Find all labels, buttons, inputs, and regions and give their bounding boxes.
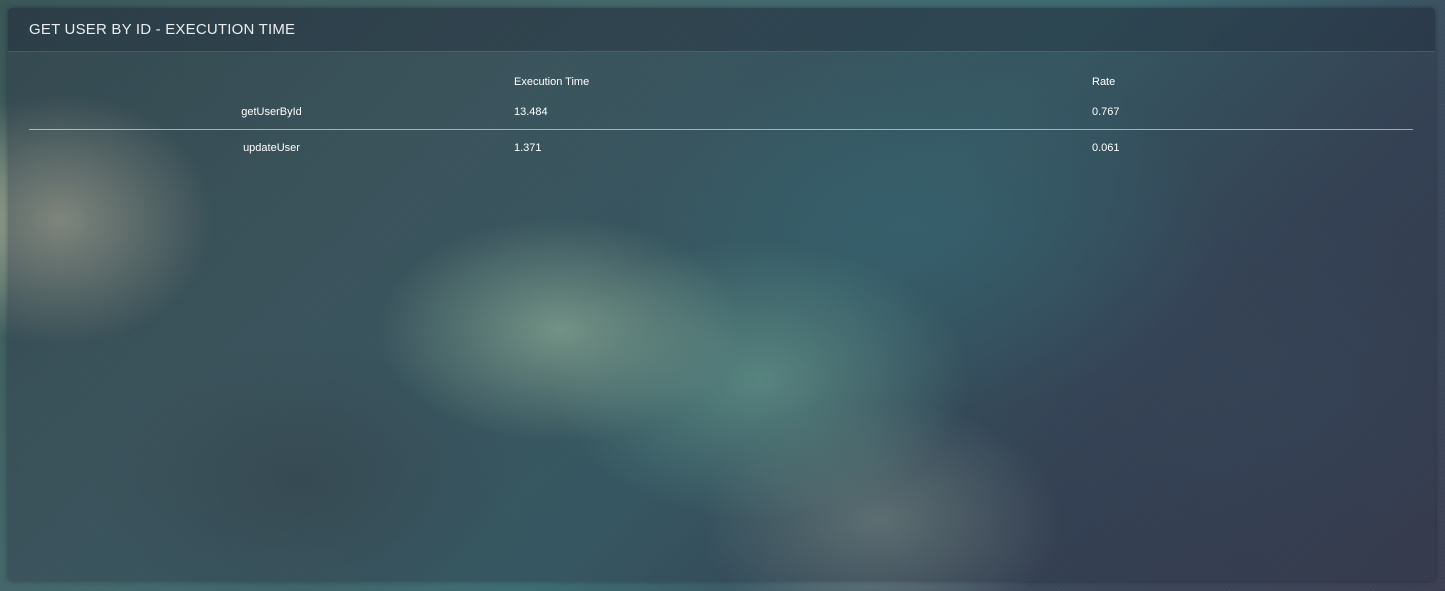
row-execution-time-cell: 1.371 — [514, 141, 542, 154]
column-header-rate[interactable]: Rate — [1092, 70, 1413, 94]
execution-time-table: Execution Time Rate getUserById 13.484 0… — [29, 70, 1413, 165]
table-container: Execution Time Rate getUserById 13.484 0… — [29, 70, 1413, 165]
table-row: updateUser 1.371 0.061 — [29, 130, 1413, 166]
table-header-row: Execution Time Rate — [29, 70, 1413, 94]
row-name-cell: getUserById — [29, 94, 514, 130]
panel-title: GET USER BY ID - EXECUTION TIME — [29, 21, 296, 38]
panel-header: GET USER BY ID - EXECUTION TIME — [8, 8, 1435, 52]
table-row: getUserById 13.484 0.767 — [29, 94, 1413, 130]
row-execution-time-cell: 13.484 — [514, 94, 1092, 130]
column-header-execution-time[interactable]: Execution Time — [514, 70, 1092, 94]
execution-time-panel: GET USER BY ID - EXECUTION TIME Executio… — [8, 8, 1435, 581]
row-rate-cell: 0.767 — [1092, 94, 1413, 130]
column-header-name[interactable] — [29, 70, 514, 94]
row-rate-cell: 0.061 — [1092, 141, 1120, 154]
row-name-cell: updateUser — [243, 141, 300, 154]
